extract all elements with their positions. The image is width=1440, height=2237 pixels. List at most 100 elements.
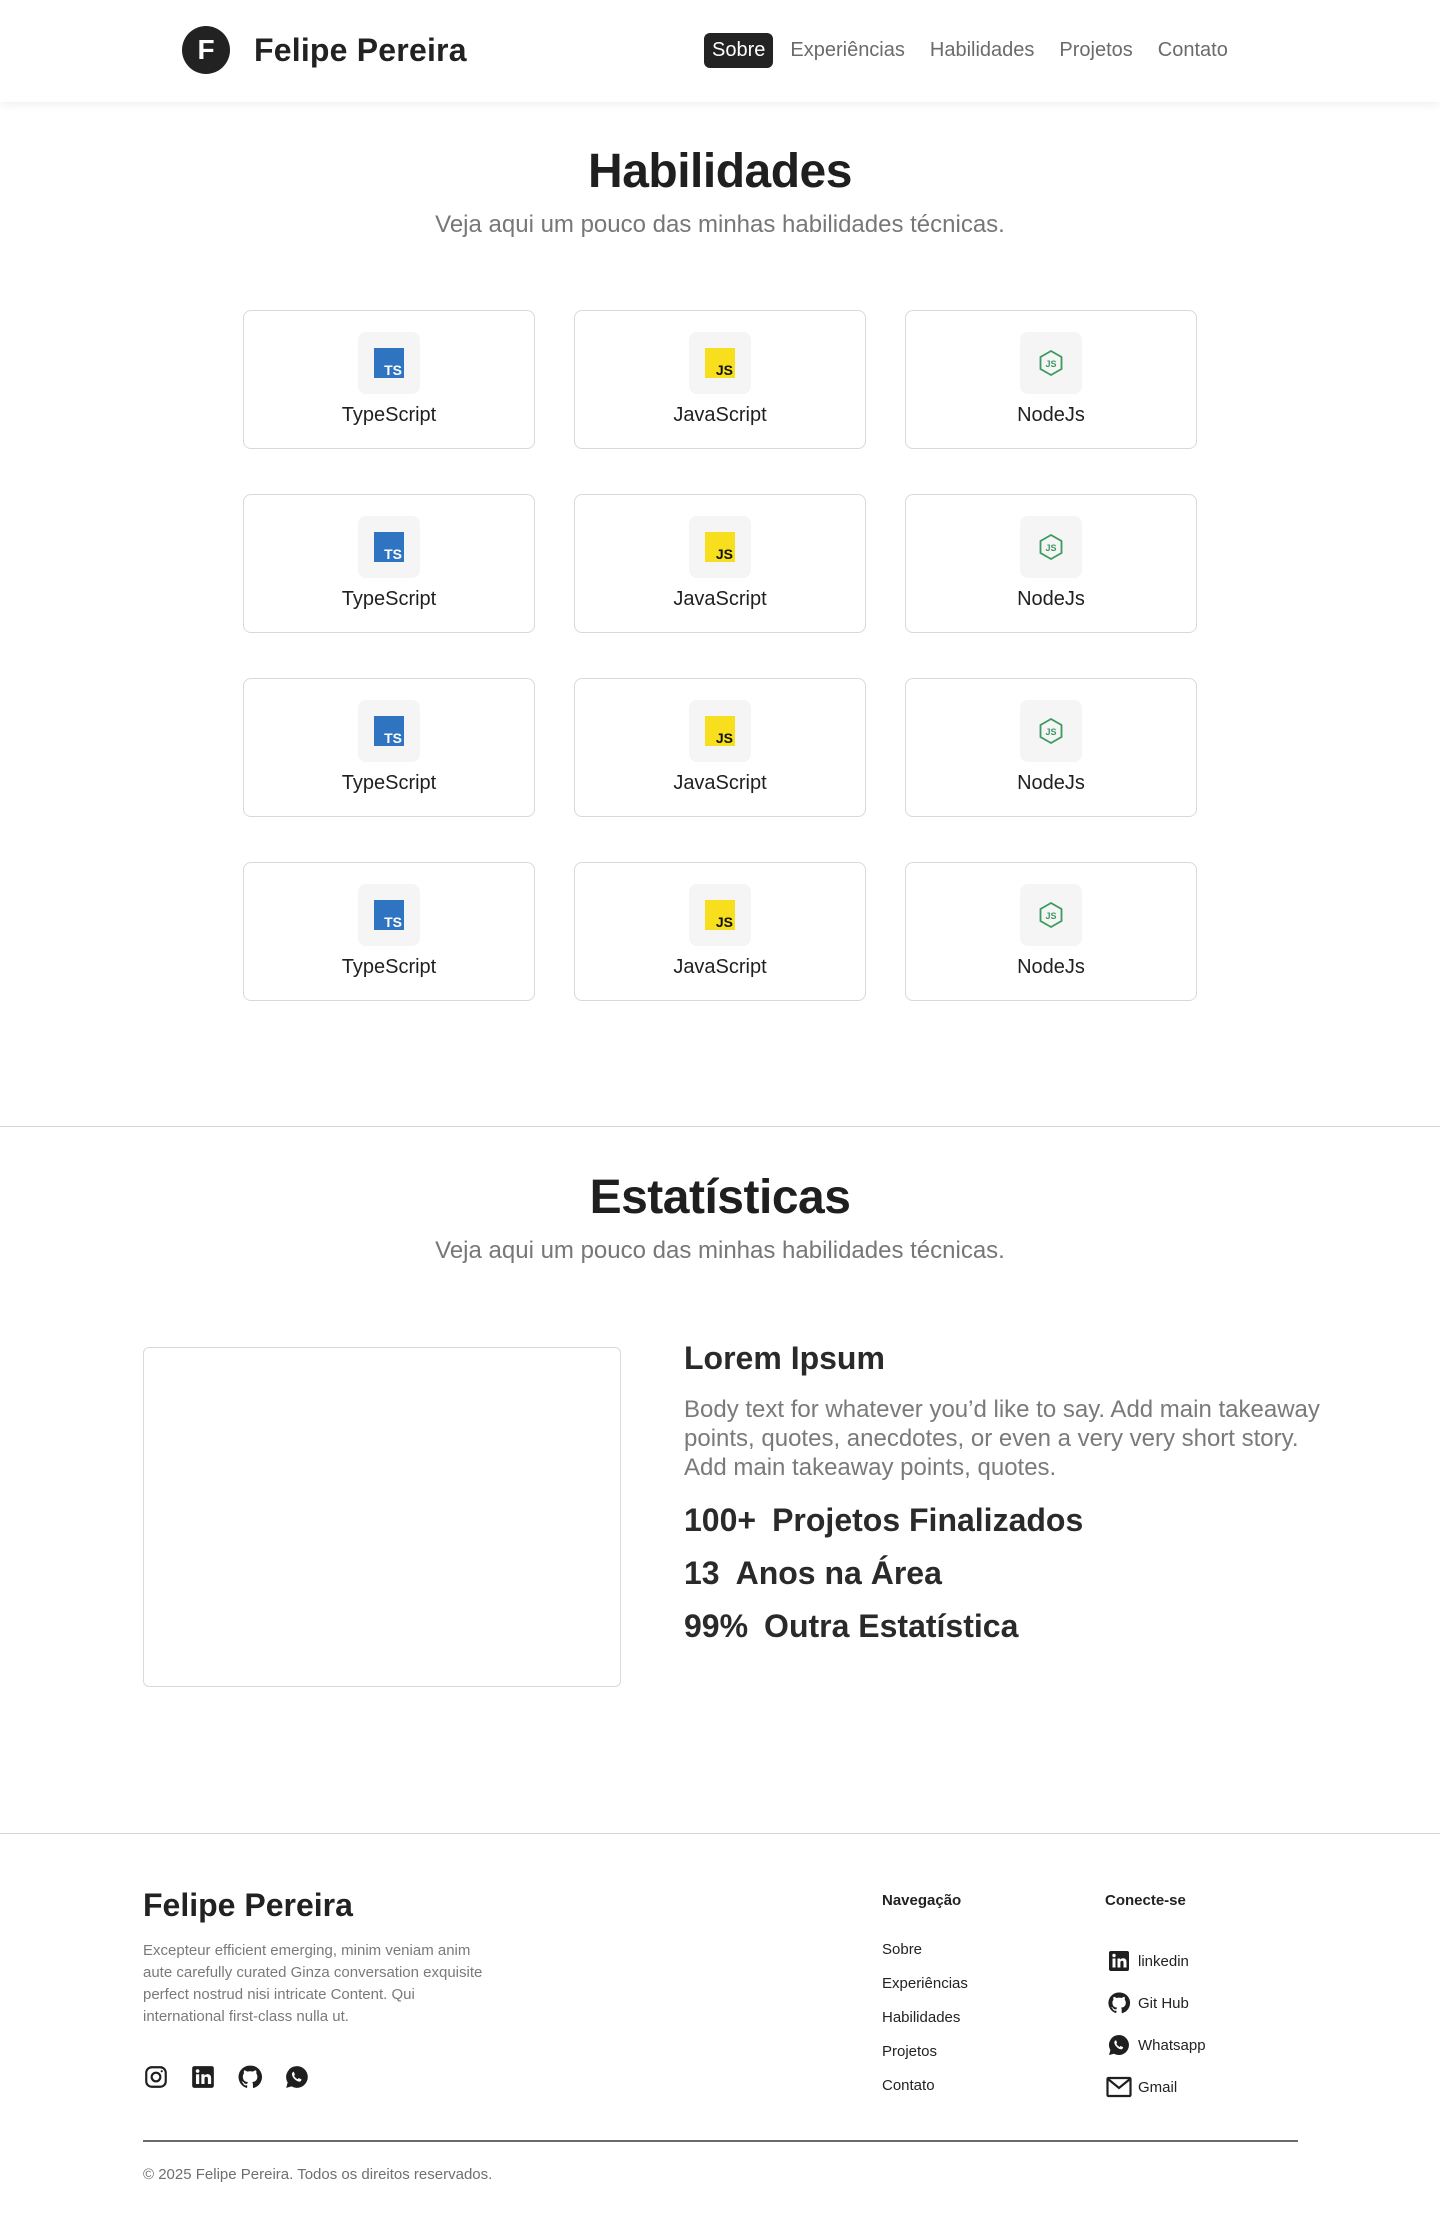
stats-subtitle: Veja aqui um pouco das minhas habilidade… (435, 1237, 1005, 1264)
svg-text:JS: JS (1045, 543, 1056, 553)
typescript-logo: TS (374, 716, 404, 746)
instagram-icon[interactable] (143, 2064, 169, 2090)
brand-name[interactable]: Felipe Pereira (254, 32, 467, 69)
skill-card[interactable]: TS TypeScript (243, 494, 535, 633)
typescript-logo: TS (374, 532, 404, 562)
javascript-icon: JS (689, 884, 751, 946)
connect-label: Git Hub (1138, 1994, 1189, 2012)
stats-image-placeholder (143, 1347, 621, 1687)
nodejs-logo: JS (1039, 533, 1063, 561)
footer-link-habilidades[interactable]: Habilidades (882, 2008, 968, 2042)
nodejs-logo: JS (1039, 901, 1063, 929)
whatsapp-icon[interactable] (284, 2064, 310, 2090)
nav-habilidades[interactable]: Habilidades (922, 33, 1043, 68)
typescript-icon: TS (358, 516, 420, 578)
javascript-logo: JS (705, 532, 735, 562)
section-divider (0, 1126, 1440, 1127)
skills-subtitle: Veja aqui um pouco das minhas habilidade… (435, 211, 1005, 238)
footer-description: Excepteur efficient emerging, minim veni… (143, 1942, 483, 2025)
nodejs-logo: JS (1039, 349, 1063, 377)
footer-link-experiencias[interactable]: Experiências (882, 1974, 968, 2008)
javascript-icon: JS (689, 516, 751, 578)
nav-experiencias[interactable]: Experiências (782, 33, 913, 68)
skill-card[interactable]: JS JavaScript (574, 862, 866, 1001)
stat-label: Anos na Área (735, 1555, 942, 1591)
javascript-icon: JS (689, 700, 751, 762)
linkedin-icon[interactable] (190, 2064, 216, 2090)
brand[interactable]: F Felipe Pereira (182, 26, 467, 74)
footer-link-sobre[interactable]: Sobre (882, 1940, 968, 1974)
nav-sobre[interactable]: Sobre (704, 33, 774, 68)
footer-brand: Felipe Pereira (143, 1887, 353, 1923)
footer-connect-list: linkedin Git Hub Whatsapp Gmail (1106, 1940, 1206, 2108)
stat-label: Projetos Finalizados (772, 1502, 1084, 1538)
skill-card[interactable]: JS NodeJs (905, 310, 1197, 449)
github-icon[interactable] (237, 2064, 263, 2090)
svg-text:JS: JS (1045, 727, 1056, 737)
connect-label: Whatsapp (1138, 2036, 1206, 2054)
skill-label: TypeScript (341, 956, 437, 978)
mail-icon (1106, 2074, 1132, 2100)
svg-text:JS: JS (1045, 359, 1056, 369)
connect-linkedin[interactable]: linkedin (1106, 1940, 1206, 1982)
skill-card[interactable]: JS JavaScript (574, 310, 866, 449)
whatsapp-icon (1106, 2032, 1132, 2058)
nodejs-icon: JS (1020, 884, 1082, 946)
skill-label: TypeScript (341, 404, 437, 426)
typescript-icon: TS (358, 332, 420, 394)
nodejs-icon: JS (1020, 700, 1082, 762)
stat-value: 99% (684, 1608, 749, 1644)
skill-label: NodeJs (1017, 956, 1085, 978)
connect-github[interactable]: Git Hub (1106, 1982, 1206, 2024)
copyright: © 2025 Felipe Pereira. Todos os direitos… (143, 2166, 493, 2183)
stat-item: 13 Anos na Área (684, 1555, 1334, 1592)
skill-card[interactable]: JS NodeJs (905, 862, 1197, 1001)
stats-title: Estatísticas (589, 1171, 851, 1224)
javascript-icon: JS (689, 332, 751, 394)
skill-card[interactable]: JS JavaScript (574, 494, 866, 633)
linkedin-icon (1106, 1948, 1132, 1974)
skill-card[interactable]: JS NodeJs (905, 494, 1197, 633)
stat-item: 100+ Projetos Finalizados (684, 1502, 1334, 1539)
nav-projetos[interactable]: Projetos (1051, 33, 1140, 68)
connect-whatsapp[interactable]: Whatsapp (1106, 2024, 1206, 2066)
logo[interactable]: F (182, 26, 230, 74)
typescript-logo: TS (374, 348, 404, 378)
skill-label: NodeJs (1017, 404, 1085, 426)
footer-nav-title: Navegação (882, 1892, 962, 1909)
nodejs-logo: JS (1039, 717, 1063, 745)
footer-connect-title: Conecte-se (1105, 1892, 1186, 1909)
typescript-logo: TS (374, 900, 404, 930)
svg-text:JS: JS (1045, 911, 1056, 921)
footer-link-projetos[interactable]: Projetos (882, 2042, 968, 2076)
skill-label: TypeScript (341, 772, 437, 794)
skills-grid: TS TypeScript JS JavaScript JS NodeJs TS TypeSc… (243, 310, 1197, 1001)
footer-divider (0, 1833, 1440, 1834)
connect-gmail[interactable]: Gmail (1106, 2066, 1206, 2108)
javascript-logo: JS (705, 900, 735, 930)
stat-item: 99% Outra Estatística (684, 1608, 1334, 1645)
skill-card[interactable]: JS JavaScript (574, 678, 866, 817)
javascript-logo: JS (705, 716, 735, 746)
connect-label: Gmail (1138, 2078, 1178, 2096)
nav-contato[interactable]: Contato (1150, 33, 1236, 68)
skill-card[interactable]: TS TypeScript (243, 862, 535, 1001)
stats-body: Body text for whatever you’d like to say… (684, 1396, 1320, 1481)
skill-card[interactable]: JS NodeJs (905, 678, 1197, 817)
skill-card[interactable]: TS TypeScript (243, 678, 535, 817)
footer-link-contato[interactable]: Contato (882, 2076, 968, 2110)
typescript-icon: TS (358, 884, 420, 946)
stats-content: Lorem Ipsum Body text for whatever you’d… (684, 1340, 1334, 1645)
github-icon (1106, 1990, 1132, 2016)
connect-label: linkedin (1138, 1952, 1189, 1970)
skill-label: JavaScript (673, 956, 767, 978)
typescript-icon: TS (358, 700, 420, 762)
skill-label: TypeScript (341, 588, 437, 610)
nodejs-icon: JS (1020, 516, 1082, 578)
skill-label: JavaScript (673, 772, 767, 794)
stat-value: 100+ (684, 1502, 757, 1538)
skill-card[interactable]: TS TypeScript (243, 310, 535, 449)
footer-social-icons (143, 2064, 331, 2090)
skill-label: JavaScript (673, 404, 767, 426)
stats-heading: Lorem Ipsum (684, 1340, 885, 1376)
